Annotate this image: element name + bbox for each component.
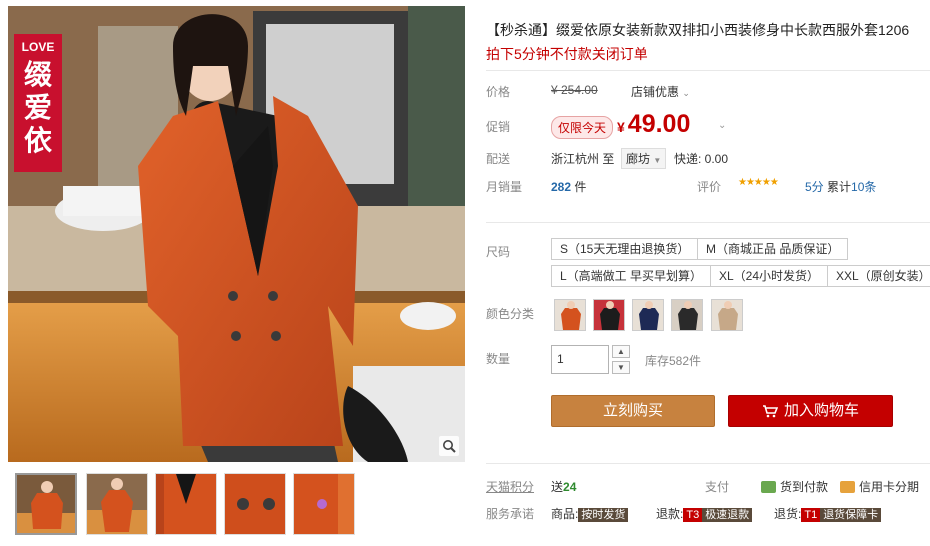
thumbnail-4[interactable] [224, 473, 286, 535]
currency-symbol: ¥ [617, 119, 625, 135]
cod-label: 货到付款 [780, 480, 829, 494]
ship-from: 浙江杭州 至 [551, 152, 615, 166]
ship-to-select[interactable]: 廊坊 ▼ [621, 148, 667, 169]
stock-count: 库存582件 [645, 354, 702, 368]
brand-badge: LOVE 缀 爱 依 [14, 34, 62, 172]
return-code-badge: T1 [801, 508, 821, 522]
tmall-points-label[interactable]: 天猫积分 [486, 478, 534, 495]
today-only-badge: 仅限今天 [551, 116, 614, 139]
on-time-shipping-badge: 按时发货 [578, 508, 629, 522]
promo-price-label: 促销 [486, 120, 511, 134]
size-option-xxl[interactable]: XXL（原创女装） [827, 265, 930, 287]
refund-prefix: 退款: [656, 507, 684, 521]
service-promise-label: 服务承诺 [486, 507, 535, 521]
product-title: 【秒杀通】缀爱依原女装新款双排扣小西装修身中长款西服外套1206 [486, 22, 910, 38]
refund-code-badge: T3 [683, 508, 703, 522]
divider [486, 70, 930, 71]
shipping-label: 配送 [486, 152, 511, 166]
credit-card-icon [840, 481, 855, 493]
monthly-sales-label: 月销量 [486, 180, 523, 194]
color-swatch-orange[interactable] [554, 299, 586, 331]
review-summary[interactable]: 5分 累计10条 [805, 178, 876, 195]
current-price-value: 49.00 [627, 110, 691, 138]
badge-love-text: LOVE [21, 40, 55, 54]
chevron-down-icon: ▼ [653, 156, 662, 165]
reviews-prefix: 累计 [827, 180, 852, 194]
return-guarantee-badge: 退货保障卡 [820, 508, 882, 522]
main-product-image[interactable]: LOVE 缀 爱 依 [8, 6, 465, 462]
badge-brand-char-2: 爱 [23, 91, 52, 124]
rating-stars-icon: ★★★★★ [738, 177, 779, 188]
quantity-input[interactable]: 1 [551, 345, 609, 374]
credit-label: 信用卡分期 [859, 480, 920, 494]
thumbnail-2[interactable] [86, 473, 148, 535]
quantity-label: 数量 [486, 352, 511, 366]
add-to-cart-label: 加入购物车 [783, 402, 859, 419]
color-swatch-navy[interactable] [632, 299, 664, 331]
monthly-sales-value: 282 件 [551, 178, 586, 195]
credit-installment[interactable]: 信用卡分期 [840, 478, 919, 495]
size-label: 尺码 [486, 245, 511, 259]
return-prefix: 退货: [774, 507, 802, 521]
promise-return[interactable]: 退货: T1 退货保障卡 [774, 505, 882, 522]
points-prefix: 送 [551, 480, 564, 494]
cod-payment[interactable]: 货到付款 [761, 478, 828, 495]
current-price: ¥49.00 [617, 110, 690, 139]
quantity-increase-icon[interactable]: ▲ [612, 345, 630, 358]
store-promo-label: 店铺优惠 [631, 85, 680, 99]
payment-label: 支付 [705, 480, 730, 494]
reviews-count: 10条 [851, 180, 877, 194]
color-label: 颜色分类 [486, 307, 535, 321]
divider [486, 463, 930, 464]
add-to-cart-button[interactable]: 加入购物车 [728, 395, 893, 427]
thumbnail-1[interactable] [15, 473, 77, 535]
sales-unit: 件 [574, 180, 587, 194]
divider [486, 222, 930, 223]
shipping-fee: 快递: 0.00 [674, 152, 729, 166]
review-score: 5分 [805, 180, 824, 194]
thumbnail-strip [15, 473, 465, 535]
review-label: 评价 [697, 180, 722, 194]
size-option-s[interactable]: S（15天无理由退换货） [551, 238, 699, 260]
thumbnail-3[interactable] [155, 473, 217, 535]
goods-prefix: 商品: [551, 507, 579, 521]
cart-icon [762, 405, 779, 418]
color-swatch-black[interactable] [593, 299, 625, 331]
fast-refund-badge: 极速退款 [702, 508, 753, 522]
points-number: 24 [563, 480, 577, 494]
promise-refund[interactable]: 退款: T3 极速退款 [656, 505, 753, 522]
price-label: 价格 [486, 85, 511, 99]
buy-now-button[interactable]: 立刻购买 [551, 395, 715, 427]
thumbnail-5[interactable] [293, 473, 355, 535]
cash-on-delivery-icon [761, 481, 776, 493]
store-promo-dropdown[interactable]: 店铺优惠 ⌄ [631, 83, 690, 100]
points-value: 送24 [551, 478, 576, 495]
size-option-m[interactable]: M（商城正品 品质保证） [697, 238, 849, 260]
original-price: ¥ 254.00 [551, 83, 598, 97]
promise-goods[interactable]: 商品: 按时发货 [551, 505, 629, 522]
zoom-icon[interactable] [439, 436, 459, 456]
color-swatch-beige[interactable] [711, 299, 743, 331]
chevron-down-icon[interactable]: ⌄ [718, 120, 726, 131]
sales-count: 282 [551, 180, 572, 194]
quantity-decrease-icon[interactable]: ▼ [612, 361, 630, 374]
badge-brand-char-1: 缀 [23, 58, 52, 91]
size-option-xl[interactable]: XL（24小时发货） [710, 265, 829, 287]
badge-brand-char-3: 依 [23, 124, 52, 157]
chevron-down-icon: ⌄ [682, 88, 690, 98]
ship-to-value: 廊坊 [626, 152, 651, 166]
product-subtitle: 拍下5分钟不付款关闭订单 [486, 46, 648, 62]
color-swatch-dark[interactable] [671, 299, 703, 331]
size-option-l[interactable]: L（高端做工 早买早划算） [551, 265, 712, 287]
